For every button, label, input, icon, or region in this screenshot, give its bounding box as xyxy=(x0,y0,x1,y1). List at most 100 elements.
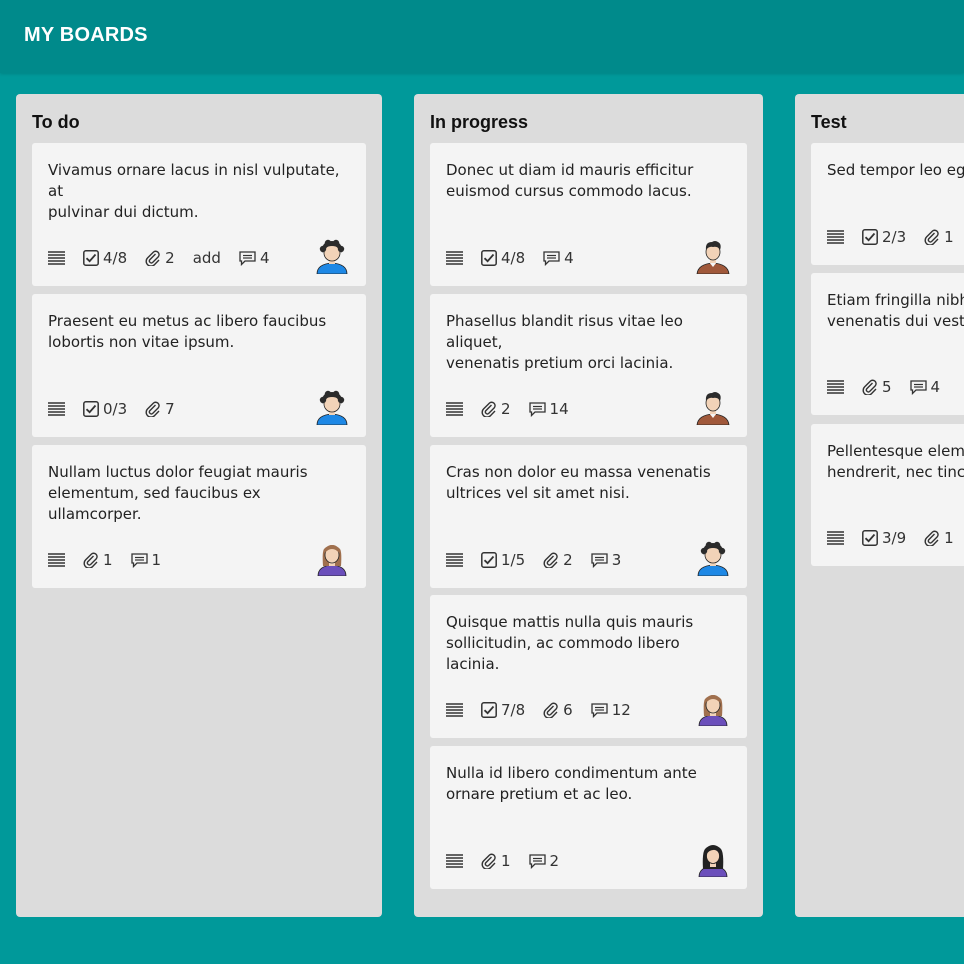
comment-icon xyxy=(591,702,608,718)
checklist-count: 0/3 xyxy=(103,400,128,418)
comment-icon xyxy=(130,552,148,568)
checklist-icon xyxy=(862,530,878,546)
card-text: Praesent eu metus ac libero faucibus lob… xyxy=(48,312,327,351)
comment-count: 14 xyxy=(549,400,569,418)
comment-icon xyxy=(591,552,608,568)
checklist-icon xyxy=(862,229,878,245)
card-text: Sed tempor leo eget xyxy=(827,161,964,179)
attachment-icon xyxy=(543,702,559,718)
avatar-curly-boy-icon[interactable] xyxy=(314,389,350,426)
comment-count: 4 xyxy=(259,249,270,267)
checklist-icon xyxy=(481,552,497,568)
card[interactable]: Cras non dolor eu massa venenatis ultric… xyxy=(430,445,747,588)
checklist-icon xyxy=(481,702,497,718)
description-icon xyxy=(446,703,463,717)
card-text: Donec ut diam id mauris efficitur euismo… xyxy=(446,161,694,200)
attachment-count: 5 xyxy=(882,378,892,396)
attachment-count: 1 xyxy=(944,228,954,246)
comment-count: 1 xyxy=(151,551,162,569)
card-text: Phasellus blandit risus vitae leo alique… xyxy=(446,312,683,372)
attachment-count: 2 xyxy=(501,400,511,418)
card[interactable]: Phasellus blandit risus vitae leo alique… xyxy=(430,294,747,437)
description-icon xyxy=(827,230,844,244)
attachment-icon xyxy=(83,552,99,568)
description-icon xyxy=(48,251,65,265)
card[interactable]: Etiam fringilla nibh venenatis dui vesti… xyxy=(811,273,964,415)
column-in-progress: In progress Donec ut diam id mauris effi… xyxy=(414,94,763,917)
description-icon xyxy=(827,380,844,394)
attachment-icon xyxy=(145,250,161,266)
checklist-count: 1/5 xyxy=(501,551,526,569)
comment-count: 4 xyxy=(564,249,574,267)
attachment-icon xyxy=(924,530,940,546)
column-title: To do xyxy=(32,112,80,132)
comment-icon xyxy=(909,379,927,395)
comment-count: 3 xyxy=(611,551,622,569)
column-todo: To do Vivamus ornare lacus in nisl vulpu… xyxy=(16,94,382,917)
page-title: MY BOARDS xyxy=(24,24,148,46)
attachment-icon xyxy=(862,379,878,395)
card-text: Quisque mattis nulla quis mauris sollici… xyxy=(446,613,694,673)
card[interactable]: Sed tempor leo eget 2/3 1 xyxy=(811,143,964,265)
checklist-count: 7/8 xyxy=(501,701,526,719)
card-text: Etiam fringilla nibh venenatis dui vesti… xyxy=(827,291,964,330)
attachment-count: 6 xyxy=(563,701,573,719)
checklist-count: 3/9 xyxy=(882,529,907,547)
comment-icon xyxy=(543,250,560,266)
card[interactable]: Quisque mattis nulla quis mauris sollici… xyxy=(430,595,747,738)
attachment-icon xyxy=(924,229,940,245)
comment-icon xyxy=(528,853,546,869)
description-icon xyxy=(446,251,463,265)
comment-icon xyxy=(239,250,256,266)
description-icon xyxy=(48,553,65,567)
checklist-icon xyxy=(481,250,497,266)
checklist-count: 4/8 xyxy=(501,249,526,267)
description-icon xyxy=(48,402,65,416)
checklist-icon xyxy=(83,250,99,266)
description-icon xyxy=(827,531,844,545)
card[interactable]: Nullam luctus dolor feugiat mauris eleme… xyxy=(32,445,366,588)
comment-count: 4 xyxy=(930,378,941,396)
card[interactable]: Nulla id libero condimentum ante ornare … xyxy=(430,746,747,889)
attachment-count: 7 xyxy=(165,400,175,418)
checklist-count: 2/3 xyxy=(882,228,907,246)
checklist-icon xyxy=(83,401,99,417)
checklist-count: 4/8 xyxy=(103,249,128,267)
comment-icon xyxy=(528,401,546,417)
description-icon xyxy=(446,402,463,416)
avatar-girl-icon[interactable] xyxy=(695,690,731,727)
attachment-icon xyxy=(481,401,497,417)
avatar-curly-boy-icon[interactable] xyxy=(695,540,731,577)
avatar-man-icon[interactable] xyxy=(695,389,731,426)
description-icon xyxy=(446,854,463,868)
description-icon xyxy=(446,553,463,567)
card[interactable]: Vivamus ornare lacus in nisl vulputate, … xyxy=(32,143,366,286)
attachment-count: 1 xyxy=(501,852,511,870)
top-bar: MY BOARDS xyxy=(0,0,964,73)
attachment-icon xyxy=(481,853,497,869)
attachment-icon xyxy=(543,552,559,568)
avatar-girl-icon[interactable] xyxy=(314,540,350,577)
attachment-count: 2 xyxy=(563,551,573,569)
column-title: Test xyxy=(811,112,847,132)
column-title: In progress xyxy=(430,112,529,132)
avatar-man-icon[interactable] xyxy=(695,238,731,275)
card-text: Vivamus ornare lacus in nisl vulputate, … xyxy=(48,161,340,221)
card-text: Nulla id libero condimentum ante ornare … xyxy=(446,764,697,803)
avatar-dark-hair-girl-icon[interactable] xyxy=(695,841,731,878)
attachment-count: 2 xyxy=(165,249,175,267)
card-extra-label[interactable]: add xyxy=(193,249,221,267)
comment-count: 12 xyxy=(611,701,631,719)
card[interactable]: Donec ut diam id mauris efficitur euismo… xyxy=(430,143,747,286)
card-text: Cras non dolor eu massa venenatis ultric… xyxy=(446,463,711,502)
card[interactable]: Praesent eu metus ac libero faucibus lob… xyxy=(32,294,366,437)
avatar-curly-boy-icon[interactable] xyxy=(314,238,350,275)
comment-count: 2 xyxy=(549,852,560,870)
attachment-count: 1 xyxy=(944,529,954,547)
column-test: Test Sed tempor leo eget 2/3 1 Etiam fri… xyxy=(795,94,964,917)
card[interactable]: Pellentesque eleme hendrerit, nec tincic… xyxy=(811,424,964,566)
card-text: Nullam luctus dolor feugiat mauris eleme… xyxy=(48,463,308,523)
card-text: Pellentesque eleme hendrerit, nec tincic xyxy=(827,442,964,481)
attachment-count: 1 xyxy=(103,551,113,569)
attachment-icon xyxy=(145,401,161,417)
